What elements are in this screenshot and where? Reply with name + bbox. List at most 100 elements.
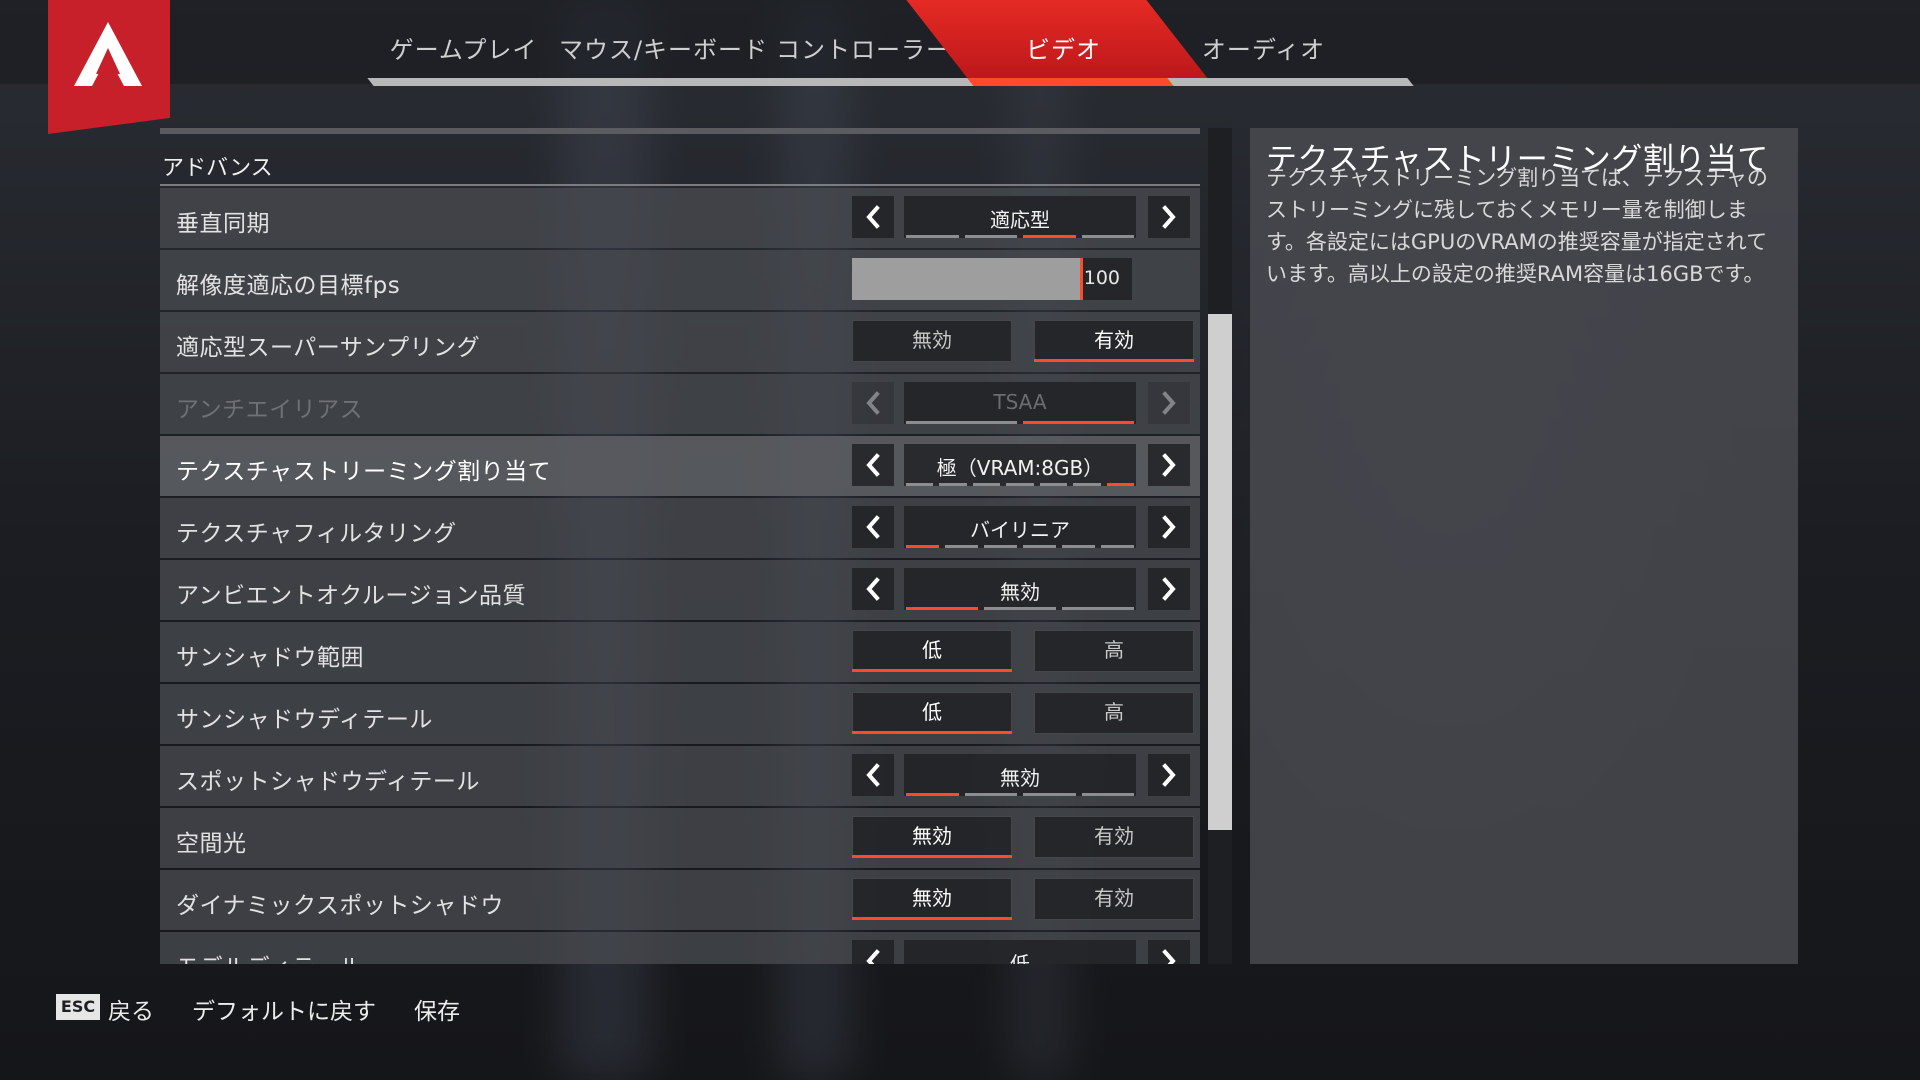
setting-label: ダイナミックスポットシャドウ (176, 893, 504, 919)
setting-row[interactable]: サンシャドウディテール 低高 (160, 684, 1200, 744)
option-value: 低 (1010, 952, 1030, 964)
chevron-left-icon[interactable] (852, 444, 894, 486)
toggle-option-button[interactable]: 有効 (1034, 816, 1194, 858)
setting-label: 垂直同期 (176, 211, 270, 237)
toggle-option-button[interactable]: 高 (1034, 630, 1194, 672)
option-selector: 無効 (904, 754, 1136, 796)
setting-row[interactable]: 垂直同期 適応型 (160, 188, 1200, 248)
option-position-indicator (906, 545, 1134, 548)
chevron-left-icon[interactable] (852, 940, 894, 964)
option-value: 無効 (1000, 766, 1040, 790)
slider-fill (852, 258, 1082, 300)
position-segment (1023, 235, 1076, 238)
reset-default-button[interactable]: デフォルトに戻す (192, 992, 376, 1026)
slider-value: 100 (1083, 267, 1120, 289)
chevron-left-icon[interactable] (852, 196, 894, 238)
chevron-right-icon[interactable] (1148, 754, 1190, 796)
setting-row[interactable]: テクスチャフィルタリング バイリニア (160, 498, 1200, 558)
toggle-option-button[interactable]: 無効 (852, 320, 1012, 362)
position-segment (1106, 483, 1134, 486)
toggle-option-button[interactable]: 高 (1034, 692, 1194, 734)
settings-list: アドバンス 垂直同期 適応型 解像度適応の目標fps 100 適応型スーパーサンプリング… (160, 128, 1200, 964)
apex-logo-icon (74, 22, 142, 86)
toggle-option-button[interactable]: 無効 (852, 816, 1012, 858)
tab-label: オーディオ (1201, 36, 1326, 64)
option-value: 適応型 (990, 208, 1050, 232)
option-position-indicator (906, 607, 1134, 610)
position-segment (1023, 793, 1076, 796)
setting-row[interactable]: ダイナミックスポットシャドウ 無効 有効 (160, 870, 1200, 930)
position-segment (1039, 483, 1068, 486)
setting-label: サンシャドウディテール (176, 707, 433, 733)
position-segment (984, 545, 1017, 548)
setting-row[interactable]: アンチエイリアス TSAA (160, 374, 1200, 434)
position-segment (1006, 483, 1034, 486)
option-value: TSAA (993, 390, 1047, 414)
setting-row[interactable]: 解像度適応の目標fps 100 (160, 250, 1200, 310)
option-selector: 適応型 (904, 196, 1136, 238)
chevron-left-icon[interactable] (852, 754, 894, 796)
position-segment (1023, 545, 1056, 548)
setting-row[interactable]: 適応型スーパーサンプリング 無効 有効 (160, 312, 1200, 372)
position-segment (1062, 607, 1134, 610)
setting-label: テクスチャストリーミング割り当て (176, 459, 552, 485)
tab-underline (1167, 78, 1414, 86)
chevron-right-icon[interactable] (1148, 940, 1190, 964)
fps-slider[interactable]: 100 (852, 258, 1132, 300)
toggle-option-button[interactable]: 有効 (1034, 320, 1194, 362)
setting-row[interactable]: スポットシャドウディテール 無効 (160, 746, 1200, 806)
chevron-left-icon[interactable] (852, 568, 894, 610)
chevron-right-icon[interactable] (1148, 196, 1190, 238)
position-segment (1101, 545, 1134, 548)
option-selector: 無効 (904, 568, 1136, 610)
position-segment (906, 483, 934, 486)
toggle-option-button[interactable]: 低 (852, 630, 1012, 672)
option-position-indicator (906, 421, 1134, 424)
position-segment (945, 545, 978, 548)
slider-handle[interactable] (1080, 258, 1083, 300)
description-body: テクスチャストリーミング割り当ては、テクスチャのストリーミングに残しておくメモリ… (1266, 166, 1768, 286)
setting-row[interactable]: アンビエントオクルージョン品質 無効 (160, 560, 1200, 620)
chevron-right-icon[interactable] (1148, 568, 1190, 610)
position-segment (1062, 545, 1095, 548)
option-position-indicator (906, 793, 1134, 796)
setting-row[interactable]: モデルディテール 低 (160, 932, 1200, 964)
option-value: 極（VRAM:8GB） (936, 456, 1104, 480)
section-rule (160, 184, 1200, 186)
position-segment (939, 483, 967, 486)
setting-label: モデルディテール (176, 948, 362, 964)
toggle-option-button[interactable]: 無効 (852, 878, 1012, 920)
save-button[interactable]: 保存 (414, 992, 460, 1026)
section-title: アドバンス (162, 156, 273, 181)
setting-row[interactable]: サンシャドウ範囲 低高 (160, 622, 1200, 682)
option-value: 無効 (1000, 580, 1040, 604)
apex-logo (48, 0, 170, 134)
option-selector: バイリニア (904, 506, 1136, 548)
setting-row[interactable]: 空間光 無効 有効 (160, 808, 1200, 868)
list-top-rule (160, 128, 1200, 134)
option-selector: TSAA (904, 382, 1136, 424)
option-position-indicator (906, 483, 1134, 486)
position-segment (906, 607, 978, 610)
chevron-right-icon[interactable] (1148, 444, 1190, 486)
position-segment (964, 235, 1017, 238)
scrollbar[interactable] (1208, 128, 1232, 964)
chevron-left-icon[interactable] (852, 382, 894, 424)
setting-label: サンシャドウ範囲 (176, 645, 364, 671)
scrollbar-thumb[interactable] (1208, 314, 1232, 830)
position-segment (972, 483, 1001, 486)
setting-label: スポットシャドウディテール (176, 769, 480, 795)
position-segment (1081, 793, 1134, 796)
position-segment (906, 545, 939, 548)
toggle-option-button[interactable]: 低 (852, 692, 1012, 734)
setting-label: 適応型スーパーサンプリング (176, 335, 481, 361)
position-segment (906, 235, 959, 238)
chevron-right-icon[interactable] (1148, 506, 1190, 548)
chevron-left-icon[interactable] (852, 506, 894, 548)
chevron-right-icon[interactable] (1148, 382, 1190, 424)
back-button[interactable]: 戻る (108, 992, 154, 1026)
toggle-option-button[interactable]: 有効 (1034, 878, 1194, 920)
setting-row[interactable]: テクスチャストリーミング割り当て 極（VRAM:8GB） (160, 436, 1200, 496)
esc-key-icon: ESC (56, 994, 100, 1020)
setting-label: テクスチャフィルタリング (176, 521, 457, 547)
